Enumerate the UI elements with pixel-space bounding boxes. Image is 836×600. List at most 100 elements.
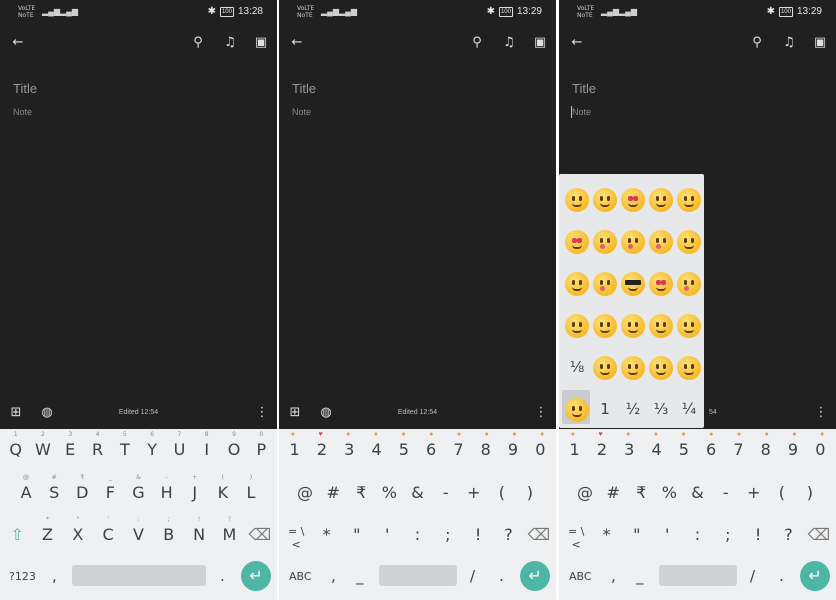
enter-key[interactable]: ↵ <box>800 561 830 591</box>
back-arrow-icon[interactable]: ← <box>569 36 585 50</box>
kiss-emoji-icon[interactable] <box>593 230 617 254</box>
key[interactable]: " <box>343 525 370 551</box>
backspace-key[interactable]: ⌫ <box>805 525 832 551</box>
pin-icon[interactable]: ⚲ <box>469 36 485 50</box>
reminder-bell-icon[interactable]: ♫ <box>501 36 517 50</box>
key[interactable]: 2 <box>308 440 335 459</box>
hearts-emoji-icon[interactable] <box>565 230 589 254</box>
period-key[interactable]: . <box>779 567 784 585</box>
key[interactable]: ? M <box>216 516 243 544</box>
fraction-key[interactable]: ¼ <box>675 400 703 432</box>
key[interactable]: 6Y <box>139 431 166 459</box>
sunglasses-emoji-icon[interactable] <box>621 272 645 296</box>
key[interactable]: 6 <box>418 440 445 459</box>
reminder-bell-icon[interactable]: ♫ <box>781 36 797 50</box>
key[interactable]: _ F <box>97 474 124 502</box>
smile-eyes-emoji-icon[interactable] <box>565 272 589 296</box>
key[interactable]: 4 <box>363 440 390 459</box>
key[interactable]: # <box>600 483 627 502</box>
more-symbols-key[interactable]: = \ < <box>283 525 310 551</box>
fraction-key[interactable]: ⅓ <box>647 400 675 432</box>
enter-key[interactable]: ↵ <box>520 561 550 591</box>
key[interactable]: ! <box>745 525 772 551</box>
key[interactable]: # S <box>41 474 68 502</box>
thinking-emoji-icon[interactable] <box>649 188 673 212</box>
key[interactable]: 4 <box>643 440 670 459</box>
key[interactable]: 9O <box>221 431 248 459</box>
more-vert-icon[interactable]: ⋮ <box>254 406 270 420</box>
space-key[interactable] <box>659 565 737 586</box>
key[interactable]: " X <box>64 516 91 544</box>
letters-key[interactable]: ABC <box>289 570 312 583</box>
note-input[interactable]: Note <box>13 107 32 117</box>
key[interactable]: 8 <box>472 440 499 459</box>
key[interactable]: ) L <box>237 474 264 502</box>
key[interactable]: 7 <box>445 440 472 459</box>
archive-icon[interactable]: ▣ <box>532 36 548 50</box>
key[interactable]: ₹ <box>628 483 655 502</box>
space-key[interactable] <box>72 565 206 586</box>
key[interactable]: 0 <box>807 440 834 459</box>
key[interactable]: & <box>684 483 711 502</box>
slash-key[interactable]: / <box>470 567 475 585</box>
big-smile-emoji-icon[interactable] <box>593 356 617 380</box>
key[interactable]: ! <box>465 525 492 551</box>
fraction-key[interactable]: ⅛ <box>563 358 591 390</box>
grin-emoji-icon[interactable] <box>565 314 589 338</box>
key[interactable]: ? <box>495 525 522 551</box>
key[interactable]: @ <box>292 483 319 502</box>
letters-key[interactable]: ABC <box>569 570 592 583</box>
reminder-bell-icon[interactable]: ♫ <box>222 36 238 50</box>
key[interactable]: ( <box>488 483 515 502</box>
key[interactable]: :V <box>125 516 152 544</box>
tears-of-joy-emoji-icon[interactable] <box>649 356 673 380</box>
key[interactable]: 5T <box>111 431 138 459</box>
key[interactable]: ; <box>434 525 461 551</box>
pin-icon[interactable]: ⚲ <box>190 36 206 50</box>
star-eyes-emoji-icon[interactable] <box>621 188 645 212</box>
underscore-key[interactable]: _ <box>356 567 364 585</box>
key[interactable]: -H <box>153 474 180 502</box>
key[interactable]: 2W <box>29 431 56 459</box>
key[interactable]: - <box>432 483 459 502</box>
key[interactable]: * <box>313 525 340 551</box>
key[interactable]: ? <box>775 525 802 551</box>
key[interactable]: " <box>623 525 650 551</box>
hug-emoji-icon[interactable] <box>593 188 617 212</box>
more-symbols-key[interactable]: = \ < <box>563 525 590 551</box>
key[interactable]: % <box>376 483 403 502</box>
title-input[interactable]: Title <box>292 81 316 96</box>
yum-emoji-icon[interactable] <box>593 272 617 296</box>
key[interactable]: 9 <box>500 440 527 459</box>
back-arrow-icon[interactable]: ← <box>289 36 305 50</box>
pin-icon[interactable]: ⚲ <box>749 36 765 50</box>
space-key[interactable] <box>379 565 457 586</box>
blow-kiss-emoji-icon[interactable] <box>677 272 701 296</box>
enter-key[interactable]: ↵ <box>241 561 271 591</box>
period-key[interactable]: . <box>220 567 225 585</box>
smile-emoji-icon[interactable] <box>565 188 589 212</box>
key[interactable]: 5 <box>390 440 417 459</box>
key[interactable]: ₹ <box>348 483 375 502</box>
key[interactable]: : <box>404 525 431 551</box>
comma-key[interactable]: , <box>331 567 336 585</box>
key[interactable]: 2 <box>588 440 615 459</box>
key[interactable]: 8 <box>752 440 779 459</box>
archive-icon[interactable]: ▣ <box>812 36 828 50</box>
key[interactable]: (K <box>209 474 236 502</box>
key[interactable]: 0P <box>248 431 275 459</box>
backspace-key[interactable]: ⌫ <box>246 525 273 544</box>
key[interactable]: ₹ D <box>69 474 96 502</box>
wink-emoji-icon[interactable] <box>677 314 701 338</box>
kiss-smile-emoji-icon[interactable] <box>621 230 645 254</box>
more-vert-icon[interactable]: ⋮ <box>813 406 829 420</box>
key[interactable]: 7U <box>166 431 193 459</box>
key[interactable]: ) <box>796 483 823 502</box>
key[interactable]: 1 <box>281 440 308 459</box>
comma-key[interactable]: , <box>611 567 616 585</box>
rofl-emoji-icon[interactable] <box>677 356 701 380</box>
key[interactable]: @ A <box>13 474 40 502</box>
key[interactable]: + J <box>181 474 208 502</box>
laugh-emoji-icon[interactable] <box>593 314 617 338</box>
title-input[interactable]: Title <box>572 81 596 96</box>
